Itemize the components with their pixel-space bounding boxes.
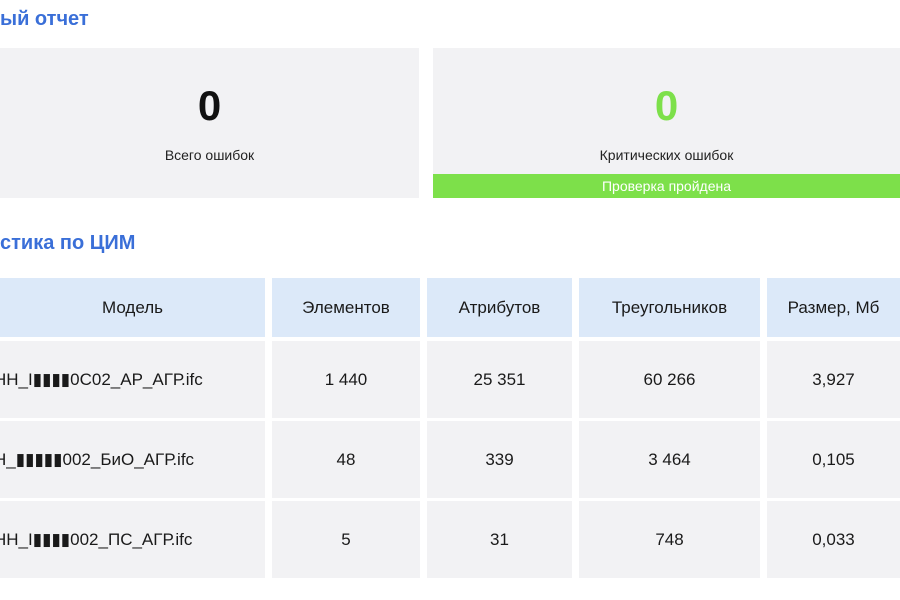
column-header-elements: Элементов <box>272 278 420 337</box>
elements-cell: 48 <box>272 421 420 498</box>
critical-errors-label: Критических ошибок <box>599 147 734 163</box>
model-name-cell: НН_I▮▮▮▮0С02_АР_АГР.ifc <box>0 341 265 418</box>
attributes-cell: 339 <box>427 421 572 498</box>
report-title: ый отчет <box>0 8 89 30</box>
column-header-attributes: Атрибутов <box>427 278 572 337</box>
model-name-cell: Н_▮▮▮▮▮002_БиО_АГР.ifc <box>0 421 265 498</box>
total-errors-value: 0 <box>197 82 222 129</box>
size-cell: 0,105 <box>767 421 900 498</box>
column-header-model: Модель <box>0 278 265 337</box>
model-name: НН_I▮▮▮▮0С02_АР_АГР.ifc <box>0 370 203 389</box>
size-cell: 3,927 <box>767 341 900 418</box>
table-row: НН_I▮▮▮▮0С02_АР_АГР.ifc 1 440 25 351 60 … <box>0 341 900 418</box>
total-errors-label: Всего ошибок <box>164 147 255 163</box>
attributes-cell: 25 351 <box>427 341 572 418</box>
elements-cell: 1 440 <box>272 341 420 418</box>
triangles-cell: 3 464 <box>579 421 760 498</box>
model-name: Н_▮▮▮▮▮002_БиО_АГР.ifc <box>0 450 195 469</box>
triangles-cell: 748 <box>579 501 760 578</box>
triangles-cell: 60 266 <box>579 341 760 418</box>
critical-errors-value: 0 <box>654 82 679 129</box>
table-row: Н_▮▮▮▮▮002_БиО_АГР.ifc 48 339 3 464 0,10… <box>0 421 900 498</box>
model-name-cell: НН_I▮▮▮▮002_ПС_АГР.ifc <box>0 501 265 578</box>
column-header-size: Размер, Мб <box>767 278 900 337</box>
attributes-cell: 31 <box>427 501 572 578</box>
total-errors-card: 0 Всего ошибок <box>0 48 419 198</box>
critical-errors-card: 0 Критических ошибок Проверка пройдена <box>433 48 900 198</box>
stats-title: стика по ЦИМ <box>0 232 136 254</box>
model-name: НН_I▮▮▮▮002_ПС_АГР.ifc <box>0 530 193 549</box>
size-cell: 0,033 <box>767 501 900 578</box>
check-passed-badge: Проверка пройдена <box>433 174 900 198</box>
table-row: НН_I▮▮▮▮002_ПС_АГР.ifc 5 31 748 0,033 <box>0 501 900 578</box>
column-header-triangles: Треугольников <box>579 278 760 337</box>
elements-cell: 5 <box>272 501 420 578</box>
report-page: ый отчет 0 Всего ошибок 0 Критических ош… <box>0 0 900 600</box>
